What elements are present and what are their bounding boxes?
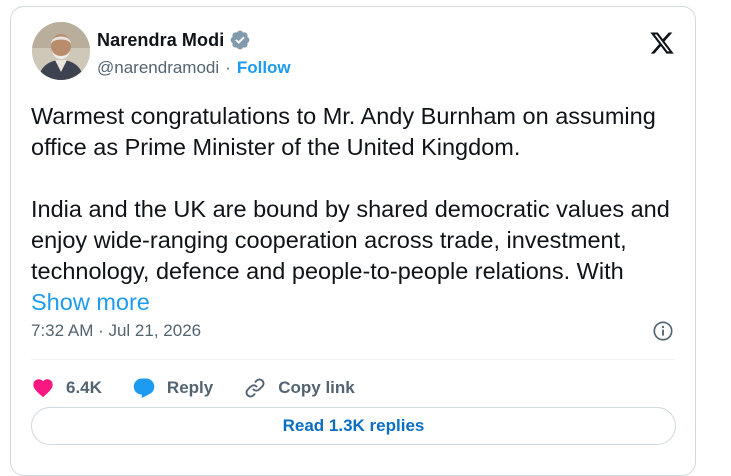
follow-button[interactable]: Follow (237, 58, 291, 78)
tweet-text: Warmest congratulations to Mr. Andy Burn… (31, 101, 681, 318)
tweet-paragraph-2-text: India and the UK are bound by shared dem… (31, 196, 670, 284)
separator-dot: · (225, 58, 231, 77)
verified-badge-icon (230, 30, 250, 50)
info-icon[interactable] (652, 320, 674, 342)
reply-label: Reply (166, 378, 214, 397)
read-replies-button[interactable]: Read 1.3K replies (31, 407, 676, 445)
tweet-card: Narendra Modi @narendramodi · Follow War… (10, 6, 696, 476)
x-logo-icon[interactable] (649, 30, 675, 56)
author-handle[interactable]: @narendramodi (97, 58, 219, 78)
link-icon (245, 378, 265, 398)
divider (31, 359, 675, 360)
like-button[interactable]: 6.4K (31, 376, 102, 400)
reply-icon (133, 378, 155, 398)
reply-button[interactable]: Reply (132, 376, 213, 400)
heart-icon (33, 379, 53, 398)
action-bar: 6.4K Reply Copy link (31, 368, 385, 408)
tweet-timestamp[interactable]: 7:32 AM · Jul 21, 2026 (31, 321, 201, 341)
like-count: 6.4K (66, 378, 102, 397)
author-handle-row: @narendramodi · Follow (97, 58, 291, 78)
author-name[interactable]: Narendra Modi (97, 30, 224, 51)
tweet-paragraph-2: India and the UK are bound by shared dem… (31, 194, 681, 318)
show-more-link[interactable]: Show more (31, 289, 150, 315)
copy-link-button[interactable]: Copy link (243, 376, 355, 400)
author-name-row: Narendra Modi (97, 29, 251, 51)
avatar[interactable] (32, 22, 90, 80)
avatar-image (32, 22, 90, 80)
tweet-paragraph-1: Warmest congratulations to Mr. Andy Burn… (31, 103, 656, 160)
copy-link-label: Copy link (278, 378, 355, 397)
